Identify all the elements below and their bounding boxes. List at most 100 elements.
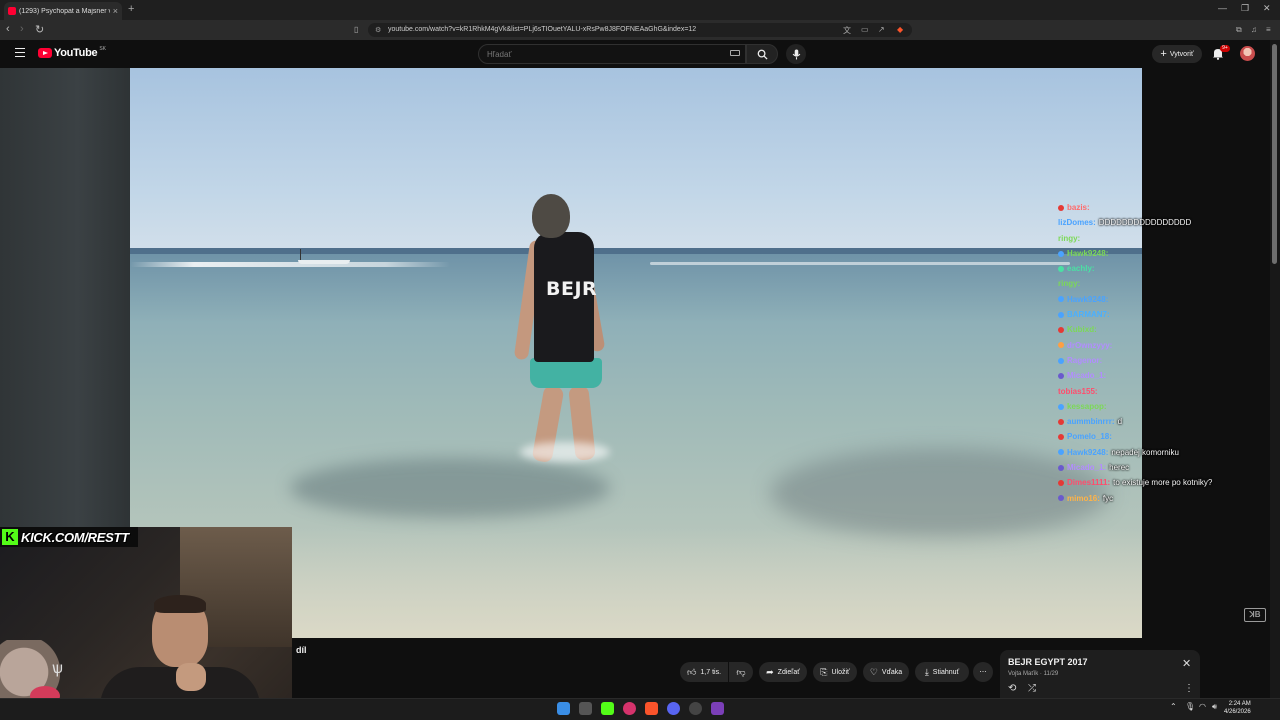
video-surf [130,262,450,267]
save-button[interactable]: ⎘ Uložiť [813,662,857,682]
chat-username: Hawk9248: [1067,447,1109,457]
chat-message: mimo16: fyc [1058,491,1258,506]
browser-tab-active[interactable]: (1293) Psychopat a Majsner v × [4,2,122,20]
browser-menu-icon[interactable]: ≡ [1266,25,1271,34]
shuffle-icon[interactable]: ⤮ [1028,683,1036,694]
thanks-label: Vďaka [881,668,903,676]
tray-chevron-icon[interactable]: ⌃ [1170,702,1177,711]
cast-icon[interactable]: ▭ [861,25,869,34]
ambient-left [0,68,130,528]
chat-username: Hawk9248: [1067,294,1109,304]
boat-hull [298,260,350,264]
search-input[interactable]: Hľadať [478,44,746,64]
scrollbar-thumb[interactable] [1272,44,1277,264]
playlist-close-icon[interactable]: ✕ [1182,657,1191,670]
share-page-icon[interactable]: ↗ [878,25,885,34]
playlist-title[interactable]: BEJR EGYPT 2017 [1008,657,1088,667]
chat-text: d [1117,417,1123,427]
download-button[interactable]: ⤓ Stiahnuť [915,662,969,682]
chat-username: mimo16: [1067,493,1100,503]
chat-badge-icon [1058,311,1064,318]
back-icon[interactable]: ‹ [6,23,10,35]
water-splash [520,442,610,462]
loop-playlist-icon[interactable]: ⟲ [1008,683,1016,694]
account-avatar[interactable] [1240,46,1255,61]
wifi-icon[interactable]: ◠ [1199,702,1206,711]
download-icon: ⤓ [924,666,929,677]
volume-icon[interactable]: 🔊︎ [1212,702,1217,712]
chat-message: Hawk9248: [1058,246,1258,261]
guide-menu-icon[interactable] [15,48,25,57]
create-button[interactable]: + Vytvoriť [1152,45,1202,63]
tab-close-icon[interactable]: × [113,6,118,16]
youtube-favicon-icon [8,7,16,15]
chat-message: Micado_1: herec [1058,460,1258,475]
chat-message: Hawk9248: nepadej komorniku [1058,445,1258,460]
mic-tray-icon[interactable]: 🎙︎ [1185,702,1195,711]
youtube-logo[interactable]: YouTube SK [38,46,106,59]
discord-icon[interactable] [667,702,680,715]
translate-icon[interactable]: 文 [843,25,851,36]
brave-browser-icon[interactable] [645,702,658,715]
new-tab-icon[interactable]: + [128,3,134,15]
window-close-icon[interactable]: ✕ [1263,3,1271,14]
chat-message: lizDomes: DDDDDDDDDDDDDDDD [1058,215,1258,230]
save-label: Uložiť [831,668,850,676]
chat-badge-icon [1058,357,1064,364]
chat-badge-icon [1058,479,1064,486]
chat-message: aummbinrrr: d [1058,414,1258,429]
windows-start-icon[interactable] [557,702,570,715]
more-actions-button[interactable]: ⋯ [973,662,993,682]
playlist-subtitle: Vojta Maťík · 11/29 [1008,671,1059,677]
brave-shield-icon[interactable]: ◆ [897,25,903,34]
notifications-badge: 9+ [1220,45,1230,52]
address-bar[interactable]: ⚙ youtube.com/watch?v=kR1RhkM4gVk&list=P… [368,23,912,37]
search-button[interactable] [746,44,778,64]
chat-username: kessapop: [1067,401,1107,411]
maps-app-icon[interactable] [623,702,636,715]
country-code: SK [99,46,106,52]
chat-badge-icon [1058,250,1064,257]
forward-icon[interactable]: › [20,23,24,35]
chat-username: Micado_1: [1067,371,1107,381]
extensions-icon[interactable]: ⧉ [1236,25,1242,35]
restore-icon[interactable]: ❐ [1241,3,1249,14]
youtube-wordmark: YouTube [54,47,98,59]
stream-chat-overlay: bazis: lizDomes: DDDDDDDDDDDDDDDD ringy: Haw… [1058,200,1258,506]
taskbar-app-icon[interactable] [711,702,724,715]
chat-badge-icon [1058,434,1064,441]
chat-message: Micado_1: [1058,368,1258,383]
chat-badge-icon [1058,327,1064,334]
minimize-icon[interactable]: — [1218,3,1227,13]
chat-username: Pomelo_18: [1067,432,1112,442]
chat-message: Hawk9248: [1058,292,1258,307]
reload-icon[interactable]: ↻ [35,23,44,36]
kick-url-text: KICK.COM/RESTT [21,529,129,545]
thanks-button[interactable]: ♡ Vďaka [863,662,909,682]
chat-message: eachly: [1058,261,1258,276]
kick-app-icon[interactable] [601,702,614,715]
dislike-button[interactable]: 👎︎ [729,662,753,682]
chat-message: Pomelo_18: [1058,429,1258,444]
save-bookmark-icon: ⎘ [820,666,828,677]
chat-text: fyc [1102,493,1114,503]
url-text: youtube.com/watch?v=kR1RhkM4gVk&list=PLj… [388,26,697,33]
bookmark-icon[interactable]: ▯ [354,25,358,34]
media-icon[interactable]: ♫ [1251,25,1257,34]
taskbar-clock[interactable]: 2:24 AM 4/26/2026 [1224,700,1251,716]
browser-tabbar: (1293) Psychopat a Majsner v × + — ❐ ✕ [0,0,1280,20]
like-count: 1,7 tis. [700,668,722,676]
site-info-icon[interactable]: ⚙ [375,26,381,34]
obs-icon[interactable] [689,702,702,715]
chat-username: ringy: [1058,279,1081,289]
playlist-more-icon[interactable]: ⋮ [1184,683,1194,694]
taskbar-app-icon[interactable] [579,702,592,715]
chat-badge-icon [1058,403,1064,410]
chat-message: kessapop: [1058,399,1258,414]
share-button[interactable]: ➦ Zdieľať [759,662,807,682]
voice-search-button[interactable] [786,44,806,64]
keyboard-icon[interactable] [730,50,740,56]
like-button[interactable]: 👍︎ 1,7 tis. [680,662,728,682]
chat-username: drOwnzyyy: [1067,340,1113,350]
download-label: Stiahnuť [932,668,960,676]
